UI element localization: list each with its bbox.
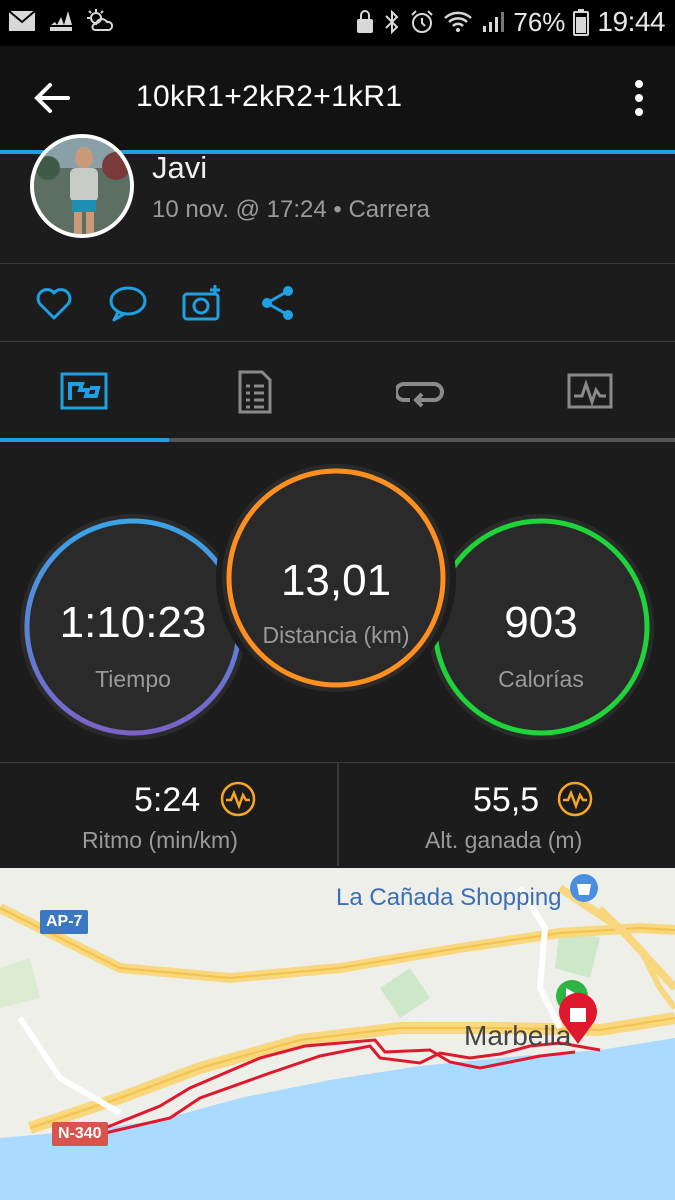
metrics-divider (337, 762, 339, 866)
tab-details[interactable] (230, 370, 278, 414)
profile-row: Javi 10 nov. @ 17:24 • Carrera (0, 134, 675, 264)
tab-charts[interactable] (566, 370, 614, 414)
comment-icon[interactable] (108, 284, 148, 322)
action-row (0, 264, 675, 342)
calories-label: Calorías (498, 666, 584, 692)
user-name: Javi (152, 150, 208, 185)
calories-ring[interactable]: 903 Calorías (428, 514, 654, 740)
adidas-icon (50, 11, 72, 31)
distance-label: Distancia (km) (262, 622, 410, 648)
road-ap7-shield: AP-7 (40, 910, 89, 934)
activity-meta: 10 nov. @ 17:24 • Carrera (152, 196, 430, 223)
battery-percent: 76% (513, 6, 566, 37)
signal-icon (483, 12, 505, 32)
status-bar: 76% 19:44 (0, 0, 675, 46)
weather-icon (87, 9, 114, 31)
pace-value: 5:24 (134, 781, 201, 819)
clock: 19:44 (597, 6, 665, 37)
battery-icon (573, 9, 590, 36)
tab-overview[interactable] (60, 370, 108, 414)
route-map[interactable]: La Cañada Shopping Marbella AP-7 N-340 (0, 868, 675, 1200)
add-photo-icon[interactable] (182, 284, 222, 322)
like-icon[interactable] (34, 284, 74, 322)
time-label: Tiempo (95, 666, 171, 692)
mail-icon (8, 10, 36, 31)
more-vert-icon[interactable] (629, 76, 649, 120)
stats-panel: 1:10:23 Tiempo 903 Calorías 13,01 Distan… (0, 442, 675, 762)
arrow-left-icon[interactable] (30, 76, 74, 120)
distance-value: 13,01 (280, 556, 392, 605)
ascent-value: 55,5 (473, 781, 540, 819)
calories-value: 903 (504, 598, 578, 647)
pulse-icon (220, 781, 256, 817)
time-value: 1:10:23 (59, 598, 207, 647)
bluetooth-icon (385, 9, 399, 35)
activity-title: 10kR1+2kR2+1kR1 (136, 80, 403, 113)
ascent-label: Alt. ganada (m) (425, 827, 583, 853)
wifi-icon (444, 11, 473, 32)
map-canvas (0, 874, 675, 1200)
tab-bar (0, 342, 675, 442)
road-n340-shield: N-340 (52, 1122, 108, 1146)
distance-ring[interactable]: 13,01 Distancia (km) (222, 464, 450, 692)
app-bar: 10kR1+2kR2+1kR1 (0, 46, 675, 150)
share-icon[interactable] (258, 284, 298, 322)
lock-icon (357, 10, 374, 33)
avatar[interactable] (30, 134, 134, 238)
map-city-label: Marbella (464, 1020, 572, 1051)
pulse-icon (557, 781, 593, 817)
time-ring[interactable]: 1:10:23 Tiempo (20, 514, 246, 740)
ascent-metric[interactable]: 55,5 Alt. ganada (m) (339, 763, 675, 869)
alarm-icon (411, 10, 434, 33)
pace-label: Ritmo (min/km) (82, 827, 238, 853)
tab-laps[interactable] (396, 370, 444, 414)
map-poi-label: La Cañada Shopping (336, 884, 562, 911)
pace-metric[interactable]: 5:24 Ritmo (min/km) (0, 763, 337, 869)
